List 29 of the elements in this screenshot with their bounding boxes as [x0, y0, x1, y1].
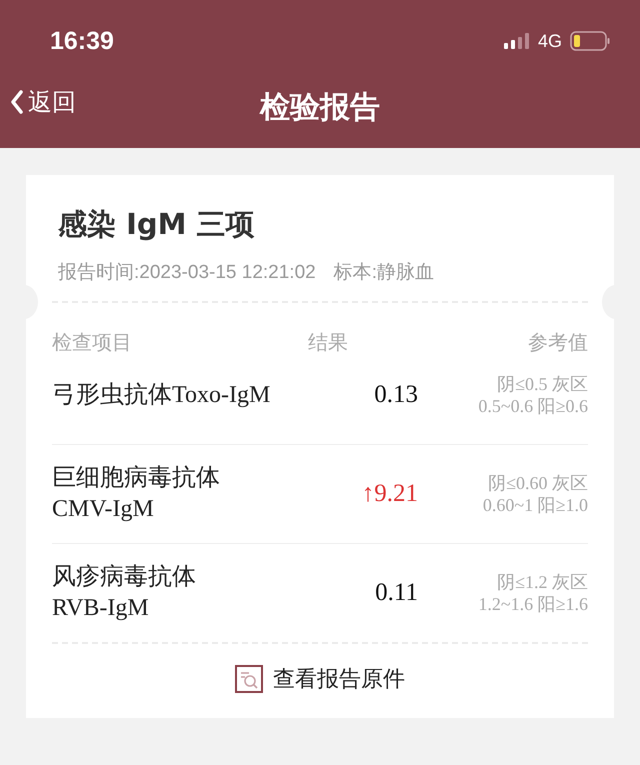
network-label: 4G	[538, 30, 562, 52]
status-time: 16:39	[50, 26, 114, 56]
column-header: 参考值	[527, 329, 588, 356]
report-time: 报告时间:2023-03-15 12:21:02	[58, 261, 316, 285]
reference-range: 阴≤0.5 灰区	[496, 373, 588, 395]
battery-icon	[570, 31, 610, 51]
test-item-name: 风疹病毒抗体	[52, 563, 197, 592]
result-value: 0.11	[374, 579, 418, 607]
reference-range: 0.5~0.6 阳≥0.6	[477, 395, 588, 417]
view-original-link[interactable]: 查看报告原件	[235, 664, 405, 694]
column-header: 结果	[307, 329, 349, 356]
test-item-name: 弓形虫抗体Toxo-IgM	[52, 380, 272, 410]
document-search-icon	[235, 665, 263, 693]
test-item-name: RVB-IgM	[52, 594, 150, 623]
result-value: ↑9.21	[360, 480, 418, 508]
page-title: 检验报告	[260, 88, 380, 126]
result-value: 0.13	[373, 381, 418, 409]
reference-range: 阴≤1.2 灰区	[496, 571, 588, 593]
specimen-label: 标本:静脉血	[334, 261, 434, 285]
test-item-name: 巨细胞病毒抗体	[52, 464, 221, 493]
back-chevron-icon	[10, 90, 24, 114]
signal-icon	[504, 33, 530, 49]
reference-range: 阴≤0.60 灰区	[487, 472, 588, 494]
reference-range: 0.60~1 阳≥1.0	[482, 494, 588, 516]
reference-range: 1.2~1.6 阳≥1.6	[477, 593, 588, 615]
back-button[interactable]: 返回	[10, 86, 76, 118]
column-header: 检查项目	[52, 329, 133, 356]
test-item-name: CMV-IgM	[52, 495, 155, 524]
report-title: 感染 IgM 三项	[58, 206, 256, 243]
